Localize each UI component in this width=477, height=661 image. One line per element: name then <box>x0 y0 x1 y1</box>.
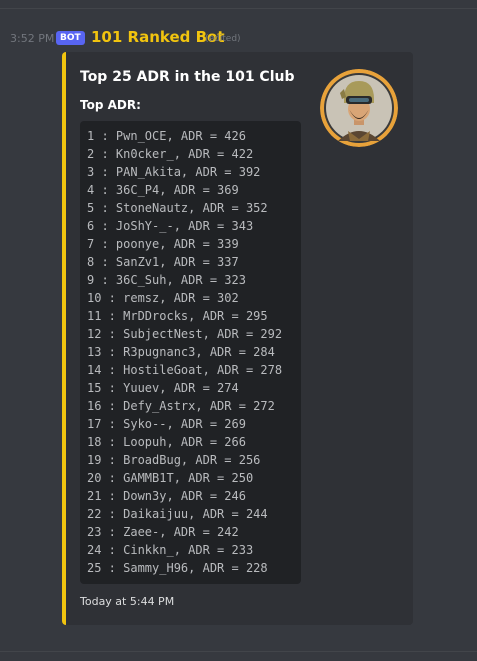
bottom-divider <box>0 651 477 652</box>
leaderboard-line: 5 : StoneNautz, ADR = 352 <box>87 201 268 215</box>
leaderboard-line: 7 : poonye, ADR = 339 <box>87 237 239 251</box>
leaderboard-line: 6 : JoShY-_-, ADR = 343 <box>87 219 254 233</box>
pubg-helmet-avatar-icon[interactable] <box>320 69 398 147</box>
leaderboard-code-block: 1 : Pwn_OCE, ADR = 426 2 : Kn0cker_, ADR… <box>80 121 301 584</box>
leaderboard-line: 19 : BroadBug, ADR = 256 <box>87 453 261 467</box>
embed-title: Top 25 ADR in the 101 Club <box>80 69 295 85</box>
leaderboard-line: 3 : PAN_Akita, ADR = 392 <box>87 165 261 179</box>
leaderboard-line: 2 : Kn0cker_, ADR = 422 <box>87 147 254 161</box>
leaderboard-line: 13 : R3pugnanc3, ADR = 284 <box>87 345 275 359</box>
leaderboard-line: 21 : Down3y, ADR = 246 <box>87 489 246 503</box>
leaderboard-line: 4 : 36C_P4, ADR = 369 <box>87 183 239 197</box>
leaderboard-line: 8 : SanZv1, ADR = 337 <box>87 255 239 269</box>
leaderboard-line: 18 : Loopuh, ADR = 266 <box>87 435 246 449</box>
leaderboard-line: 11 : MrDDrocks, ADR = 295 <box>87 309 268 323</box>
bot-badge: BOT <box>56 31 85 45</box>
leaderboard-line: 14 : HostileGoat, ADR = 278 <box>87 363 283 377</box>
leaderboard-line: 23 : Zaee-, ADR = 242 <box>87 525 239 539</box>
top-divider <box>0 8 477 9</box>
leaderboard-line: 16 : Defy_Astrx, ADR = 272 <box>87 399 275 413</box>
leaderboard-line: 17 : Syko--, ADR = 269 <box>87 417 246 431</box>
message-timestamp: 3:52 PM <box>10 32 55 45</box>
leaderboard-line: 12 : SubjectNest, ADR = 292 <box>87 327 283 341</box>
leaderboard-line: 9 : 36C_Suh, ADR = 323 <box>87 273 246 287</box>
leaderboard-line: 20 : GAMMB1T, ADR = 250 <box>87 471 254 485</box>
embed-card: Top 25 ADR in the 101 Club Top ADR: 1 : … <box>62 52 413 625</box>
leaderboard-line: 24 : Cinkkn_, ADR = 233 <box>87 543 254 557</box>
leaderboard-line: 10 : remsz, ADR = 302 <box>87 291 239 305</box>
edited-label: (edited) <box>205 34 241 44</box>
leaderboard-line: 15 : Yuuev, ADR = 274 <box>87 381 239 395</box>
leaderboard-line: 25 : Sammy_H96, ADR = 228 <box>87 561 268 575</box>
leaderboard-line: 1 : Pwn_OCE, ADR = 426 <box>87 129 246 143</box>
leaderboard-line: 22 : Daikaijuu, ADR = 244 <box>87 507 268 521</box>
embed-field-name: Top ADR: <box>80 98 141 112</box>
embed-footer-timestamp: Today at 5:44 PM <box>80 595 175 608</box>
